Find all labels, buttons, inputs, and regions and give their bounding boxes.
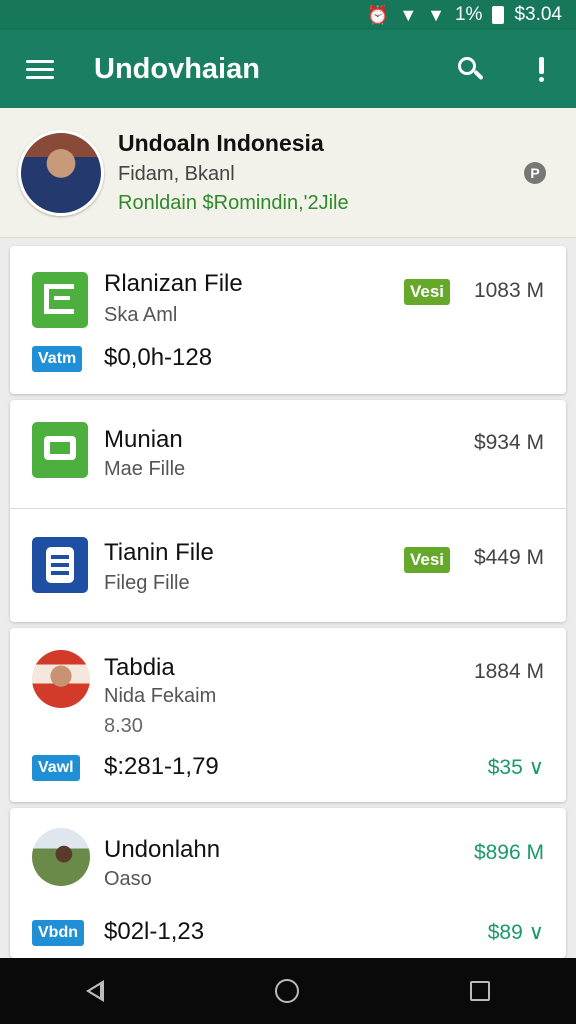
profile-name: Undoaln Indonesia xyxy=(118,130,324,156)
document-icon xyxy=(32,272,88,328)
app-bar: Undovhaian xyxy=(0,30,576,108)
price: $02l-1,23 xyxy=(104,918,205,945)
file-size: 1884 M xyxy=(473,660,544,683)
tag-badge: Vbdn xyxy=(32,920,84,946)
app-title: Undovhaian xyxy=(94,52,260,85)
profile-avatar xyxy=(18,129,104,216)
file-title: Munian xyxy=(104,426,183,453)
profile-header[interactable]: Undoaln Indonesia Fidam, Bkanl Ronldain … xyxy=(0,108,576,238)
chat-icon xyxy=(32,422,88,478)
home-icon[interactable] xyxy=(274,979,299,1003)
file-title: Tabdia xyxy=(104,654,175,681)
file-subtitle: Mae Fille xyxy=(104,458,186,480)
tag-badge: Vawl xyxy=(32,755,80,781)
price: $:281-1,79 xyxy=(104,753,219,780)
more-options-icon[interactable] xyxy=(538,56,544,82)
file-detail: 8.30 xyxy=(104,715,143,737)
file-size: $449 M xyxy=(473,546,544,569)
navigation-bar xyxy=(0,958,576,1024)
thumbnail-image xyxy=(32,650,90,708)
file-size: $896 M xyxy=(473,841,544,864)
file-title: Undonlahn xyxy=(104,836,221,863)
back-icon[interactable] xyxy=(85,980,104,1002)
search-icon[interactable] xyxy=(456,55,484,83)
recent-apps-icon[interactable] xyxy=(470,981,491,1001)
file-size: $934 M xyxy=(473,431,544,454)
file-subtitle: Nida Fekaim xyxy=(104,685,217,707)
file-card[interactable]: Rlanizan File Ska Aml Vesi 1083 M Vatm $… xyxy=(10,246,566,394)
file-subtitle: Ska Aml xyxy=(104,304,178,326)
profile-subtitle: Fidam, Bkanl xyxy=(118,163,235,185)
status-time: $3.04 xyxy=(514,4,562,25)
battery-percent: 1% xyxy=(454,4,483,25)
wifi-icon: ▼ xyxy=(399,5,418,25)
alarm-icon: ⏰ xyxy=(366,5,390,25)
list-item[interactable]: Tianin File Fileg Fille Vesi $449 M xyxy=(10,509,566,622)
file-icon xyxy=(32,537,88,593)
profile-link[interactable]: Ronldain $Romindin,'2Jile xyxy=(118,192,524,215)
price-dropdown[interactable]: $89 ∨ xyxy=(488,920,544,945)
tag-badge: Vatm xyxy=(32,346,83,372)
menu-icon[interactable] xyxy=(26,59,54,79)
file-card[interactable]: Undonlahn Oaso $896 M Vbdn $02l-1,23 $89… xyxy=(10,808,566,958)
status-badge: Vesi xyxy=(404,279,451,305)
signal-icon: ▼ xyxy=(427,5,445,25)
file-subtitle: Oaso xyxy=(104,868,152,890)
thumbnail-image xyxy=(32,828,90,886)
file-card[interactable]: Tabdia Nida Fekaim 8.30 1884 M Vawl $:28… xyxy=(10,628,566,802)
list-item[interactable]: Munian Mae Fille $934 M xyxy=(10,400,566,508)
battery-icon xyxy=(492,6,505,24)
status-badge: Vesi xyxy=(404,547,451,573)
status-bar: ⏰ ▼ ▼ 1% $3.04 xyxy=(0,0,576,30)
file-title: Tianin File xyxy=(104,539,214,566)
file-title: Rlanizan File xyxy=(104,270,243,297)
file-subtitle: Fileg Fille xyxy=(104,572,190,594)
file-group-card: Munian Mae Fille $934 M Tianin File File… xyxy=(10,400,566,622)
file-size: 1083 M xyxy=(473,279,544,302)
price: $0,0h-128 xyxy=(104,344,213,371)
info-icon[interactable]: P xyxy=(524,161,546,184)
price-dropdown[interactable]: $35 ∨ xyxy=(488,755,544,780)
